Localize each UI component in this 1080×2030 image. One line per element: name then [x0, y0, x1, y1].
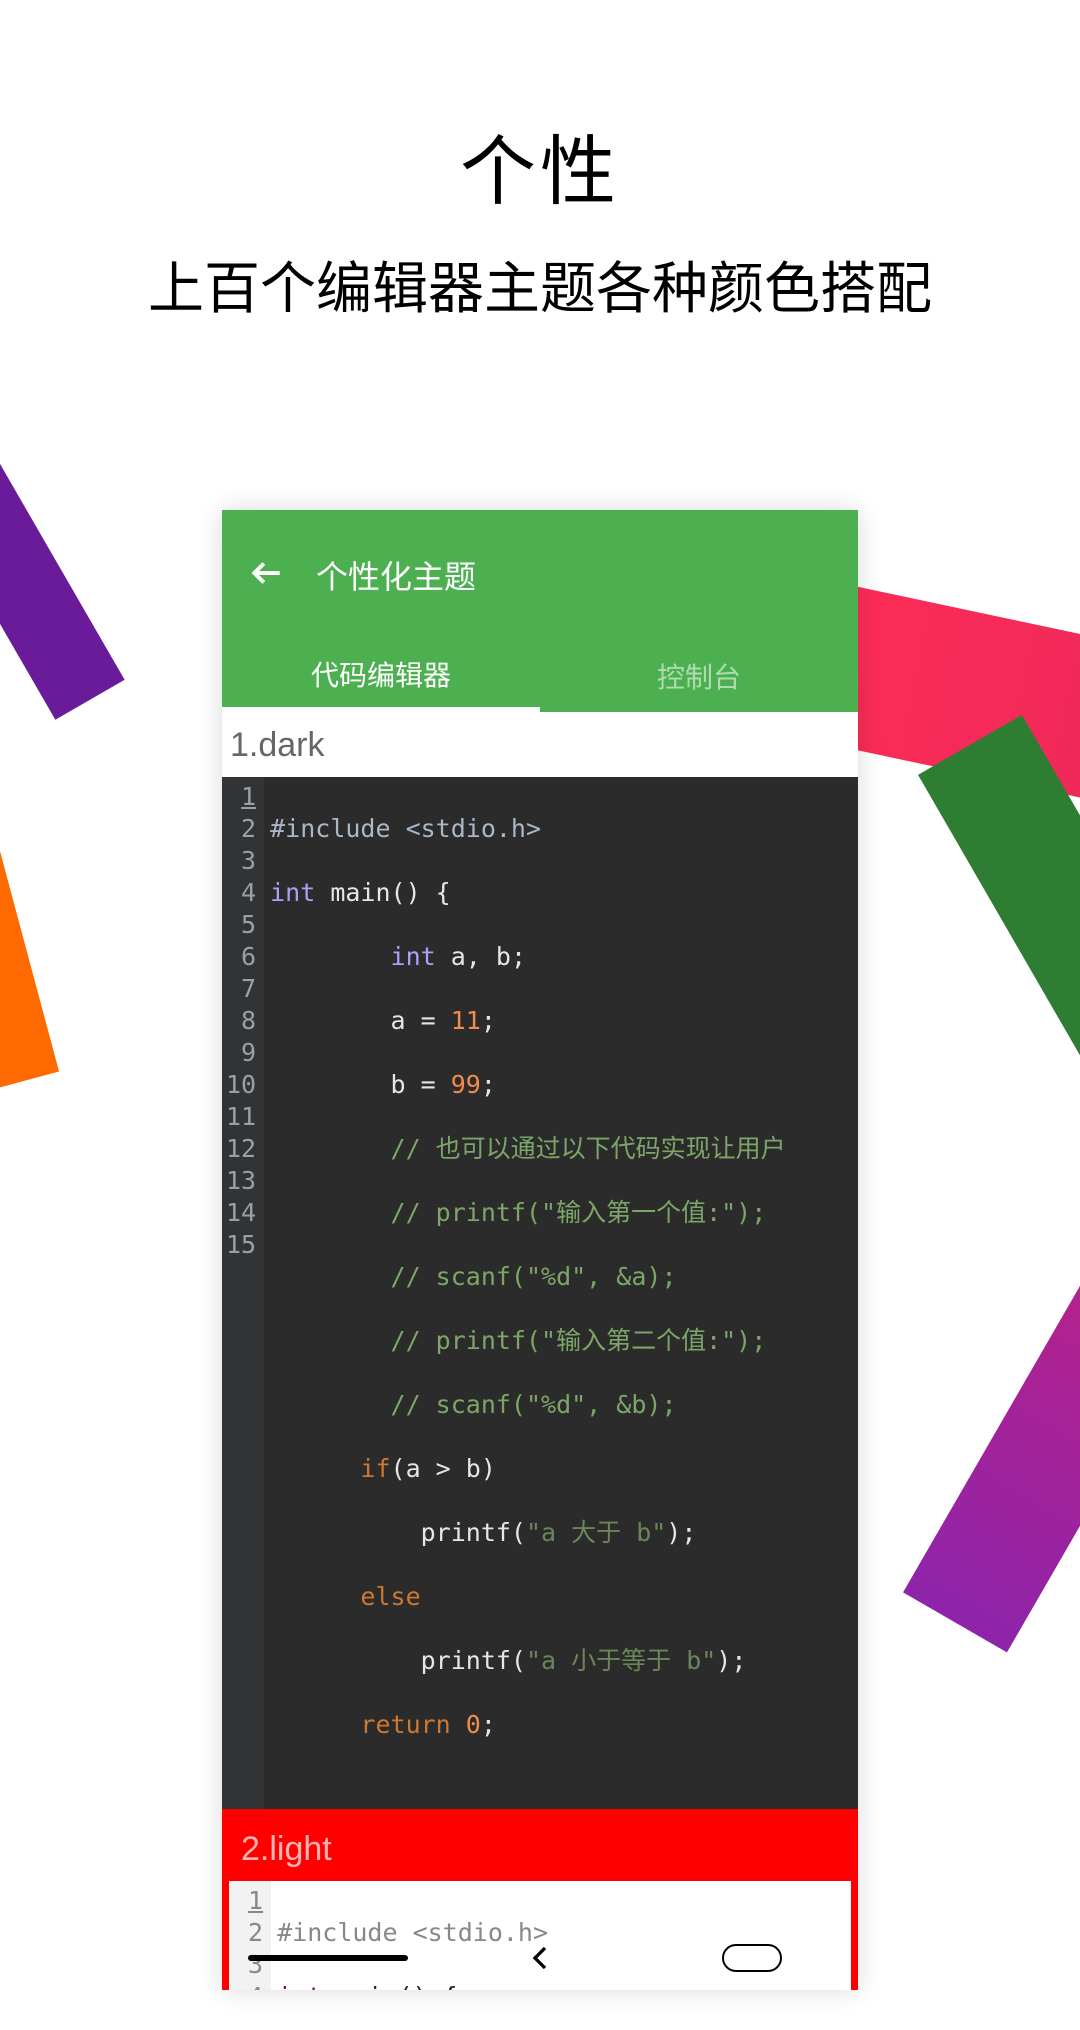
arrow-left-icon	[248, 554, 286, 592]
tab-editor[interactable]: 代码编辑器	[222, 640, 540, 712]
phone-frame: 个性化主题 代码编辑器 控制台 1.dark 12345678910111213…	[222, 510, 858, 1990]
gutter: 123456789101112131415	[222, 777, 264, 1809]
page-subtitle: 上百个编辑器主题各种颜色搭配	[0, 244, 1080, 325]
nav-home[interactable]	[646, 1944, 858, 1972]
nav-recents[interactable]	[222, 1955, 434, 1961]
code-preview-dark: 123456789101112131415 #include <stdio.h>…	[222, 777, 858, 1809]
theme-light-label: 2.light	[229, 1816, 851, 1881]
tab-bar: 代码编辑器 控制台	[222, 640, 858, 712]
theme-dark-label: 1.dark	[222, 712, 858, 777]
appbar-title: 个性化主题	[316, 552, 476, 598]
nav-back[interactable]	[434, 1938, 646, 1978]
system-nav-bar	[222, 1926, 858, 1990]
theme-list[interactable]: 1.dark 123456789101112131415 #include <s…	[222, 712, 858, 1990]
code-body: #include <stdio.h> int main() { int a, b…	[264, 777, 786, 1809]
appbar: 个性化主题	[222, 510, 858, 640]
theme-dark[interactable]: 1.dark 123456789101112131415 #include <s…	[222, 712, 858, 1809]
page-title: 个性	[0, 110, 1080, 220]
back-button[interactable]	[248, 554, 286, 597]
decor-stripe-green	[918, 715, 1080, 1225]
tab-console[interactable]: 控制台	[540, 640, 858, 712]
